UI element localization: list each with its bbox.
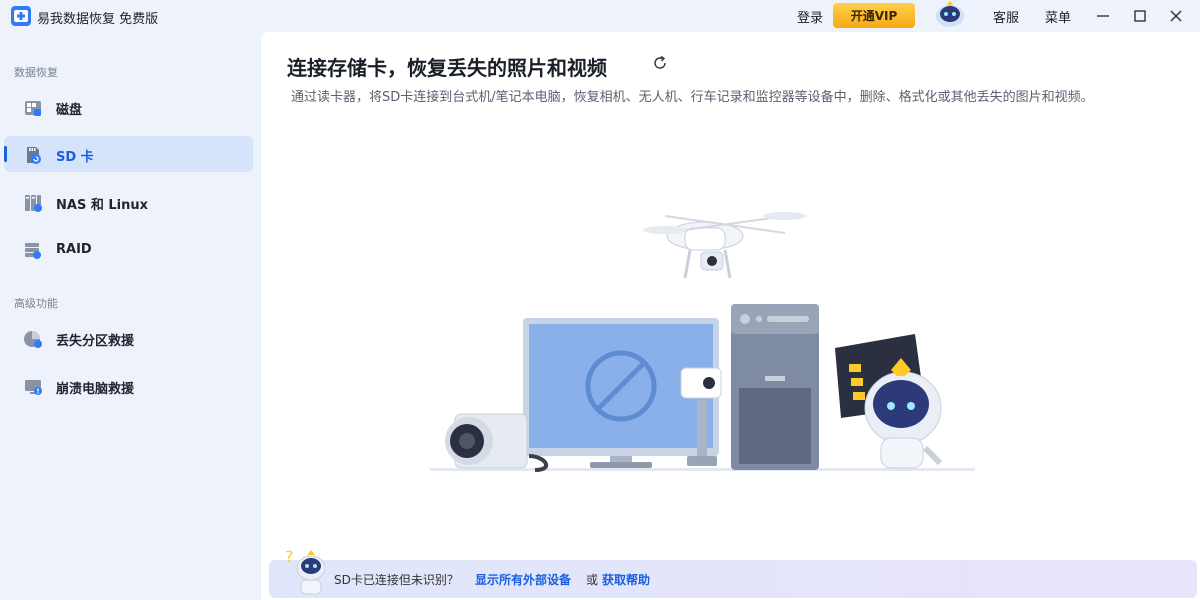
active-indicator [4,146,7,162]
disk-icon [23,98,43,118]
sd-card-illustration [425,208,985,478]
partition-rescue-icon [23,329,43,349]
app-title: 易我数据恢复 免费版 [37,12,159,27]
get-help-link[interactable]: 获取帮助 [602,571,650,588]
vip-button[interactable]: 开通VIP [833,3,915,28]
menu-button[interactable]: 菜单 [1045,7,1071,26]
svg-text:?: ? [285,547,294,566]
sidebar-item-label: 崩溃电脑救援 [56,382,135,397]
login-button[interactable]: 登录 [797,7,823,26]
sidebar-item-raid[interactable]: RAID [4,232,253,268]
maximize-icon[interactable] [1130,6,1150,26]
close-icon[interactable] [1166,6,1186,26]
sd-card-icon [23,145,43,165]
refresh-icon[interactable] [651,54,669,72]
section-label-advanced: 高级功能 [14,297,58,310]
unrecognized-card-hint-bar: ? SD卡已连接但未识别？ 显示所有外部设备 或 获取帮助 [269,547,1197,598]
section-label-recovery: 数据恢复 [14,66,58,79]
raid-icon [23,241,43,261]
page-description: 通过读卡器，将SD卡连接到台式机/笔记本电脑，恢复相机、无人机、行车记录和监控器… [291,90,1094,105]
mascot-question-icon: ? [283,544,333,598]
title-bar: 易我数据恢复 免费版 登录 开通VIP 客服 菜单 [0,0,1200,32]
hint-text: SD卡已连接但未识别？ [334,573,459,587]
app-logo-icon [11,6,31,26]
sidebar-item-partition-rescue[interactable]: 丢失分区救援 [4,320,253,356]
sidebar-item-sd-card[interactable]: SD 卡 [4,136,253,172]
sidebar-item-crashed-pc[interactable]: 崩溃电脑救援 [4,368,253,404]
sidebar-item-label: 磁盘 [56,103,83,118]
sidebar-item-label: RAID [56,242,92,257]
customer-service-button[interactable]: 客服 [993,7,1019,26]
vip-button-label: 开通VIP [850,9,898,23]
minimize-icon[interactable] [1093,6,1113,26]
sidebar-item-nas-linux[interactable]: NAS 和 Linux [4,184,253,220]
page-title: 连接存储卡，恢复丢失的照片和视频 [287,56,607,80]
pc-tower-illustration [731,304,819,470]
sidebar-item-label: NAS 和 Linux [56,198,148,213]
crashed-pc-icon [23,377,43,397]
avatar[interactable] [930,0,970,30]
sidebar-item-disk[interactable]: 磁盘 [4,89,253,125]
drone-illustration [643,212,807,279]
show-external-devices-link[interactable]: 显示所有外部设备 [475,571,571,588]
sidebar-item-label: SD 卡 [56,150,94,165]
nas-icon [23,193,43,213]
main-panel: 连接存储卡，恢复丢失的照片和视频 通过读卡器，将SD卡连接到台式机/笔记本电脑，… [261,32,1200,600]
sidebar-item-label: 丢失分区救援 [56,334,135,349]
or-text: 或 [586,573,599,587]
